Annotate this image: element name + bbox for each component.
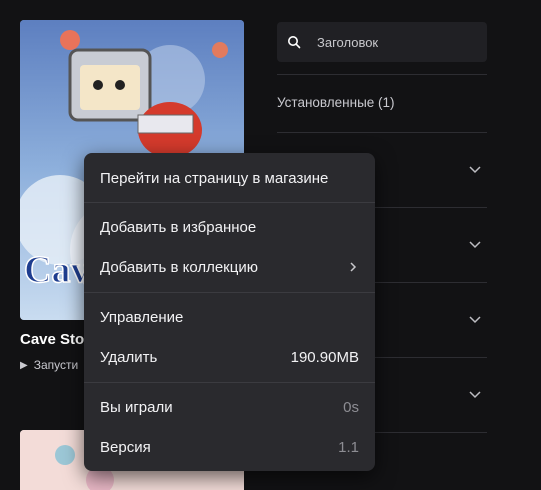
launch-label: Запусти	[33, 358, 79, 372]
playtime-value: 0s	[343, 398, 359, 416]
version-value: 1.1	[338, 438, 359, 456]
menu-item-label: Удалить	[100, 348, 158, 366]
play-icon: ▶	[20, 359, 28, 371]
divider	[277, 74, 487, 75]
menu-item-label: Вы играли	[100, 398, 173, 416]
menu-item-label: Управление	[100, 308, 184, 326]
launch-button[interactable]: ▶ Запусти	[20, 358, 78, 372]
menu-separator	[84, 202, 375, 203]
search-icon	[288, 36, 301, 49]
divider	[277, 132, 487, 133]
menu-separator	[84, 382, 375, 383]
chevron-down-icon[interactable]	[468, 163, 482, 177]
menu-item-label: Версия	[100, 438, 151, 456]
search-input[interactable]	[315, 33, 469, 51]
menu-item-store-page[interactable]: Перейти на страницу в магазине	[100, 163, 359, 193]
menu-item-manage[interactable]: Управление	[100, 302, 359, 332]
menu-item-version: Версия 1.1	[100, 432, 359, 462]
menu-item-uninstall[interactable]: Удалить 190.90MB	[100, 342, 359, 372]
menu-item-add-collection[interactable]: Добавить в коллекцию	[100, 252, 359, 282]
menu-item-label: Перейти на страницу в магазине	[100, 169, 329, 187]
chevron-down-icon[interactable]	[468, 238, 482, 252]
menu-item-playtime: Вы играли 0s	[100, 392, 359, 422]
search-box[interactable]	[277, 22, 487, 62]
menu-item-label: Добавить в коллекцию	[100, 258, 258, 276]
chevron-down-icon[interactable]	[468, 313, 482, 327]
context-menu: Перейти на страницу в магазине Добавить …	[84, 153, 375, 471]
chevron-down-icon[interactable]	[468, 388, 482, 402]
chevron-right-icon	[350, 262, 357, 272]
menu-item-label: Добавить в избранное	[100, 218, 257, 236]
menu-separator	[84, 292, 375, 293]
install-size: 190.90MB	[290, 348, 359, 366]
filter-installed[interactable]: Установленные (1)	[277, 95, 395, 110]
menu-item-add-favorite[interactable]: Добавить в избранное	[100, 212, 359, 242]
